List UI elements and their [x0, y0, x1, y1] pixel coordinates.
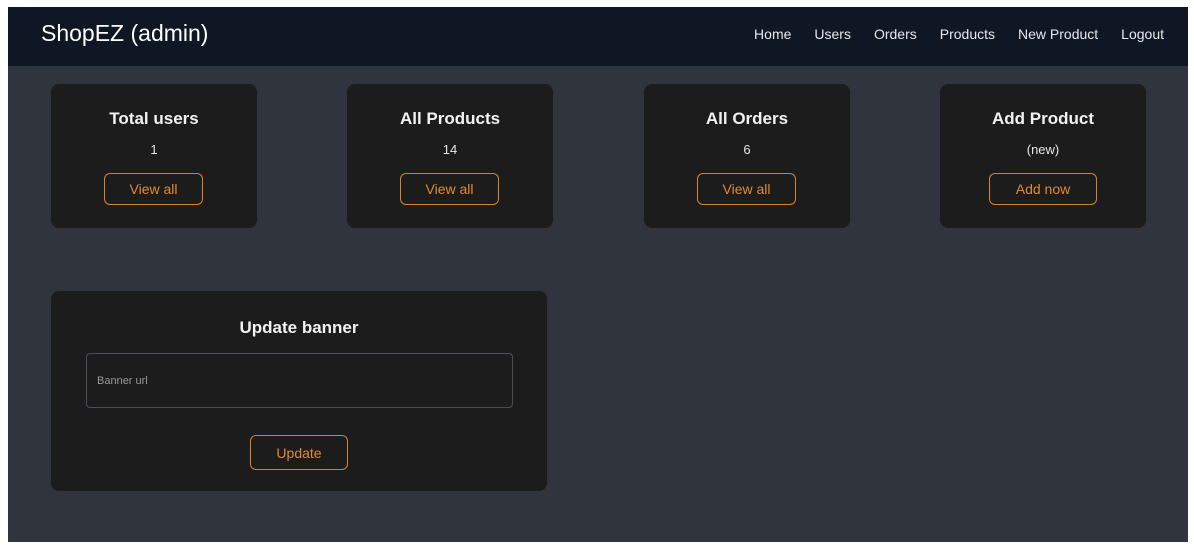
admin-page: ShopEZ (admin) Home Users Orders Product… — [8, 7, 1188, 542]
nav-link-products[interactable]: Products — [940, 26, 995, 42]
all-products-title: All Products — [399, 109, 501, 128]
all-orders-card: All Orders 6 View all — [644, 84, 850, 228]
total-users-count: 1 — [150, 142, 158, 157]
total-users-title: Total users — [109, 109, 199, 128]
nav-link-users[interactable]: Users — [814, 26, 851, 42]
view-all-orders-button[interactable]: View all — [697, 173, 796, 205]
nav-links: Home Users Orders Products New Product L… — [754, 26, 1164, 42]
nav-link-orders[interactable]: Orders — [874, 26, 917, 42]
banner-url-input[interactable] — [86, 353, 513, 408]
all-orders-title: All Orders — [705, 109, 789, 128]
all-products-card: All Products 14 View all — [347, 84, 553, 228]
all-orders-count: 6 — [743, 142, 751, 157]
update-banner-card: Update banner Update — [51, 291, 547, 491]
add-product-card: Add Product (new) Add now — [940, 84, 1146, 228]
brand-title[interactable]: ShopEZ (admin) — [41, 20, 208, 47]
view-all-products-button[interactable]: View all — [400, 173, 499, 205]
add-product-subtitle: (new) — [1026, 142, 1060, 157]
add-now-button[interactable]: Add now — [989, 173, 1097, 205]
nav-link-logout[interactable]: Logout — [1121, 26, 1164, 42]
view-all-users-button[interactable]: View all — [104, 173, 203, 205]
all-products-count: 14 — [442, 142, 458, 157]
nav-link-home[interactable]: Home — [754, 26, 791, 42]
add-product-title: Add Product — [992, 109, 1094, 128]
update-banner-button[interactable]: Update — [250, 435, 348, 470]
update-banner-title: Update banner — [239, 318, 359, 337]
nav-link-new-product[interactable]: New Product — [1018, 26, 1098, 42]
total-users-card: Total users 1 View all — [51, 84, 257, 228]
navbar: ShopEZ (admin) Home Users Orders Product… — [8, 7, 1188, 66]
